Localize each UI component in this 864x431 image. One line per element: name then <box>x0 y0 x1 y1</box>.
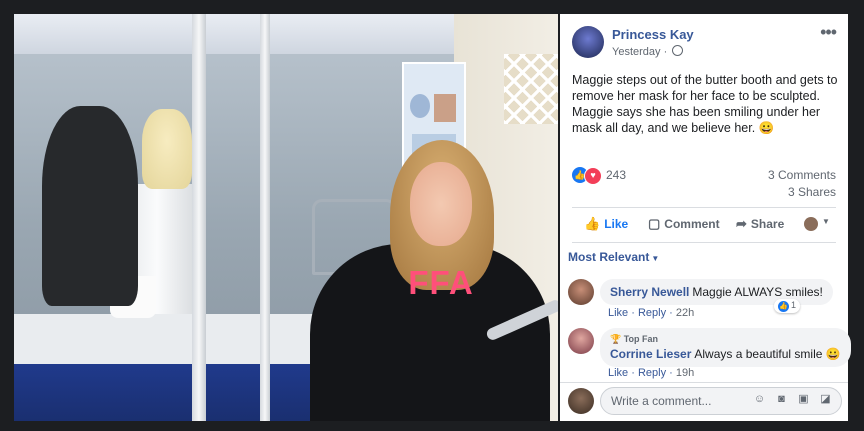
comment-label: Comment <box>664 217 720 231</box>
sticker-icon[interactable]: ◪ <box>819 393 832 406</box>
thumbs-up-icon: 👍 <box>584 216 601 231</box>
top-fan-badge: 🏆 Top Fan <box>610 334 659 344</box>
divider <box>572 207 836 208</box>
divider <box>572 242 836 243</box>
caret-down-icon: ▼ <box>651 254 660 263</box>
like-label: Like <box>604 217 629 231</box>
comment-bubble: 🏆 Top Fan Corrine Lieser Always a beautif… <box>600 328 851 367</box>
audience-avatar[interactable] <box>804 217 818 231</box>
share-button[interactable]: ➦ Share <box>736 216 784 232</box>
person-face <box>410 162 472 246</box>
like-button[interactable]: 👍 Like <box>584 216 628 232</box>
comment-like-link[interactable]: Like <box>608 307 628 319</box>
love-reaction-icon: ♥ <box>584 167 602 185</box>
comment-reply-link[interactable]: Reply <box>638 367 666 379</box>
timestamp-text[interactable]: Yesterday <box>612 46 661 58</box>
comment-input[interactable]: Write a comment... ☺ ◙ ▣ ◪ <box>600 387 842 415</box>
share-label: Share <box>750 217 785 231</box>
comment-button[interactable]: ▢ Comment <box>648 216 720 232</box>
comments-count-link[interactable]: 3 Comments <box>768 168 836 182</box>
shares-count-link[interactable]: 3 Shares <box>788 185 836 199</box>
globe-icon <box>672 45 684 56</box>
comment-placeholder[interactable]: Write a comment... <box>611 394 711 408</box>
post-side-panel: Princess Kay Yesterday · ••• Maggie step… <box>560 14 851 421</box>
post-text: Maggie steps out of the butter booth and… <box>572 72 838 136</box>
comment-text: Always a beautiful smile <box>694 347 823 361</box>
commenter-name[interactable]: Corrine Lieser <box>610 347 691 361</box>
comment-text: Maggie ALWAYS smiles! <box>692 285 823 299</box>
page-name-link[interactable]: Princess Kay <box>612 27 694 42</box>
booth-post <box>192 14 206 421</box>
user-avatar[interactable] <box>568 388 594 414</box>
share-icon: ➦ <box>736 216 747 231</box>
comment-like-link[interactable]: Like <box>608 367 628 379</box>
comment-reaction-count: 1 <box>791 300 797 310</box>
gif-icon[interactable]: ▣ <box>797 393 810 406</box>
comment-reaction-badge[interactable]: 👍 1 <box>774 299 801 313</box>
smile-emoji: 😀 <box>825 347 841 361</box>
post-timestamp[interactable]: Yesterday · <box>612 45 684 58</box>
camera-icon[interactable]: ◙ <box>775 393 788 406</box>
sculptor <box>42 106 138 306</box>
butter-sculpture <box>142 109 192 189</box>
comment-actions: Like · Reply · 22h <box>608 307 695 319</box>
lattice <box>504 54 558 124</box>
comment-time[interactable]: 19h <box>676 367 694 379</box>
post-body: Maggie steps out of the butter booth and… <box>572 73 838 135</box>
comment-time[interactable]: 22h <box>676 307 694 319</box>
poster-seal <box>410 94 430 118</box>
comment-sort-label: Most Relevant <box>568 250 650 264</box>
post-photo[interactable]: FFA <box>14 14 558 421</box>
more-options-icon[interactable]: ••• <box>820 22 837 43</box>
booth-post <box>260 14 270 421</box>
like-reaction-icon: 👍 <box>778 301 789 312</box>
poster-portrait <box>434 94 456 122</box>
sweatshirt-lettering: FFA <box>408 264 474 301</box>
comment-sort-dropdown[interactable]: Most Relevant ▼ <box>568 250 659 264</box>
divider <box>560 382 848 383</box>
comment-icon: ▢ <box>648 216 661 231</box>
top-fan-label: Top Fan <box>623 334 659 344</box>
comment-actions: Like · Reply · 19h <box>608 367 695 379</box>
smile-emoji: 😀 <box>758 121 775 135</box>
commenter-avatar[interactable] <box>568 279 594 305</box>
chevron-down-icon[interactable]: ▼ <box>822 217 830 226</box>
page-avatar[interactable] <box>572 26 604 58</box>
commenter-name[interactable]: Sherry Newell <box>610 285 689 299</box>
emoji-icon[interactable]: ☺ <box>753 393 766 406</box>
reaction-count: 243 <box>606 168 627 182</box>
commenter-avatar[interactable] <box>568 328 594 354</box>
comment-reply-link[interactable]: Reply <box>638 307 666 319</box>
